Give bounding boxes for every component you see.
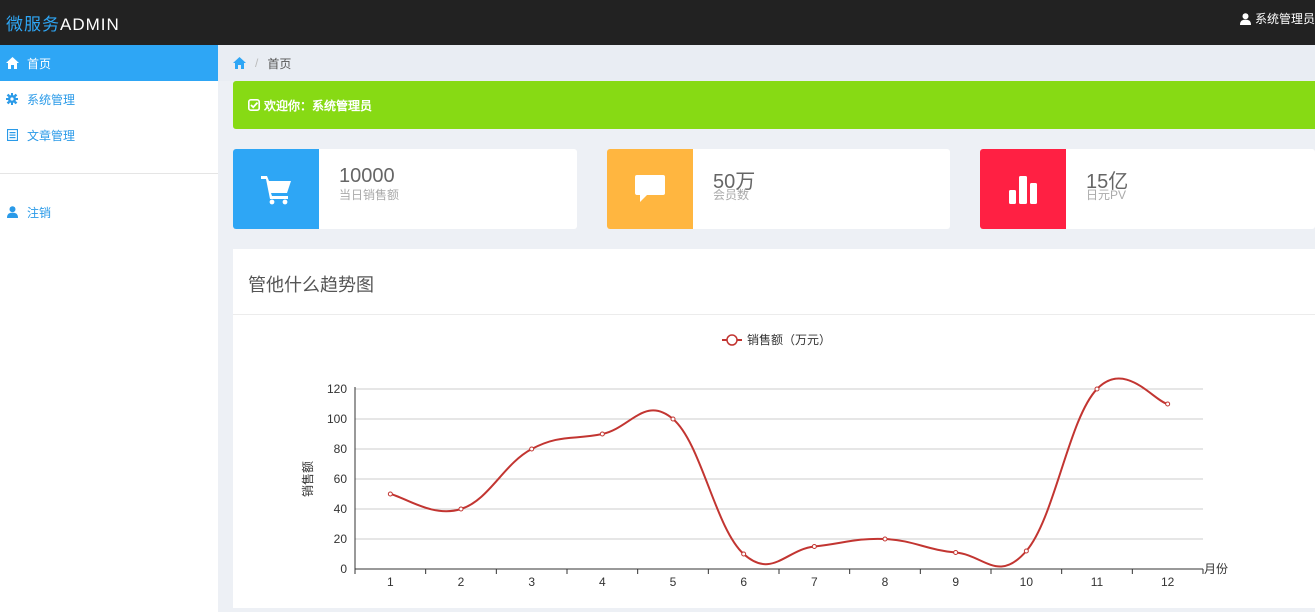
x-tick-label: 2	[458, 575, 465, 589]
shopping-cart-icon	[233, 149, 319, 229]
data-point	[953, 550, 959, 555]
sidebar: 首页 系统管理 文章管理 注销	[0, 45, 218, 612]
legend-label: 销售额（万元）	[747, 332, 831, 347]
home-icon[interactable]	[233, 57, 246, 69]
home-icon	[0, 57, 27, 69]
check-square-icon	[248, 99, 260, 111]
x-tick-label: 6	[740, 575, 747, 589]
y-tick-label: 60	[334, 472, 348, 486]
user-name: 系统管理员	[1254, 12, 1315, 26]
sidebar-item-label: 文章管理	[27, 128, 76, 143]
trend-panel: 管他什么趋势图 0 20 40 60 80 100 120 1 2 3 4 5 6 7 8 9 10 11 12 月份…	[233, 249, 1315, 608]
data-point	[1094, 386, 1100, 392]
welcome-text: 欢迎你：系统管理员	[264, 98, 373, 113]
sidebar-item-label: 首页	[27, 56, 52, 71]
data-point	[458, 506, 464, 512]
stat-label: 日元PV	[1086, 188, 1127, 202]
y-tick-label: 40	[334, 502, 348, 516]
x-tick-label: 7	[811, 575, 818, 589]
brand-text-part2: ADMIN	[60, 15, 120, 34]
y-tick-label: 20	[334, 532, 348, 546]
brand-text-part1: 微服务	[6, 15, 60, 34]
stat-card-pv[interactable]: 15亿 日元PV	[980, 149, 1315, 229]
stat-label: 会员数	[713, 188, 750, 202]
x-tick-label: 5	[670, 575, 677, 589]
document-list-icon	[0, 129, 27, 141]
sidebar-item-system[interactable]: 系统管理	[0, 81, 218, 117]
comment-icon	[607, 149, 693, 229]
y-tick-label: 80	[334, 442, 348, 456]
gear-icon	[0, 93, 27, 105]
sidebar-item-home[interactable]: 首页	[0, 45, 218, 81]
bar-chart-icon	[980, 149, 1066, 229]
trend-chart[interactable]: 0204060801001201 2 3 4 5 6 7 8 9 10 11 12月份销售额销售额（万…	[233, 315, 1315, 608]
breadcrumb: / 首页	[218, 45, 1315, 81]
stat-value: 10000	[339, 165, 395, 187]
sidebar-item-logout[interactable]: 注销	[0, 194, 218, 230]
data-point	[741, 551, 747, 557]
legend-marker	[726, 334, 738, 346]
x-tick-label: 12	[1161, 575, 1175, 589]
y-axis-label: 销售额	[300, 461, 315, 497]
sidebar-item-label: 注销	[27, 205, 52, 220]
y-tick-label: 120	[327, 382, 347, 396]
data-point	[1023, 548, 1029, 554]
series-line	[390, 377, 1168, 568]
data-point	[387, 491, 393, 497]
sidebar-item-articles[interactable]: 文章管理	[0, 117, 218, 153]
data-point	[599, 431, 605, 437]
data-point	[882, 536, 888, 542]
data-point	[811, 544, 817, 549]
data-point	[1165, 401, 1171, 407]
breadcrumb-current: 首页	[267, 56, 292, 71]
breadcrumb-separator: /	[255, 56, 259, 70]
x-tick-label: 1	[387, 575, 394, 589]
y-tick-label: 0	[340, 562, 347, 576]
data-point	[670, 416, 676, 422]
welcome-alert: 欢迎你：系统管理员	[233, 81, 1315, 129]
y-tick-label: 100	[327, 412, 347, 426]
x-tick-label: 11	[1091, 575, 1104, 589]
panel-title: 管他什么趋势图	[248, 275, 374, 295]
sidebar-divider	[0, 173, 218, 174]
x-tick-label: 9	[952, 575, 959, 589]
user-icon	[1239, 12, 1251, 25]
user-icon	[0, 206, 27, 218]
x-tick-label: 3	[528, 575, 535, 589]
x-tick-label: 8	[882, 575, 889, 589]
x-tick-label: 10	[1020, 575, 1034, 589]
x-axis-label: 月份	[1204, 562, 1228, 576]
stat-card-members[interactable]: 50万 会员数	[607, 149, 950, 229]
top-bar: 微服务ADMIN 系统管理员	[0, 0, 1315, 45]
sidebar-item-label: 系统管理	[27, 92, 76, 107]
x-tick-label: 4	[599, 575, 606, 589]
stat-label: 当日销售额	[339, 188, 400, 202]
stat-card-sales[interactable]: 10000 当日销售额	[233, 149, 577, 229]
data-point	[529, 446, 535, 452]
user-menu[interactable]: 系统管理员	[1239, 10, 1315, 27]
brand-logo[interactable]: 微服务ADMIN	[6, 10, 120, 35]
